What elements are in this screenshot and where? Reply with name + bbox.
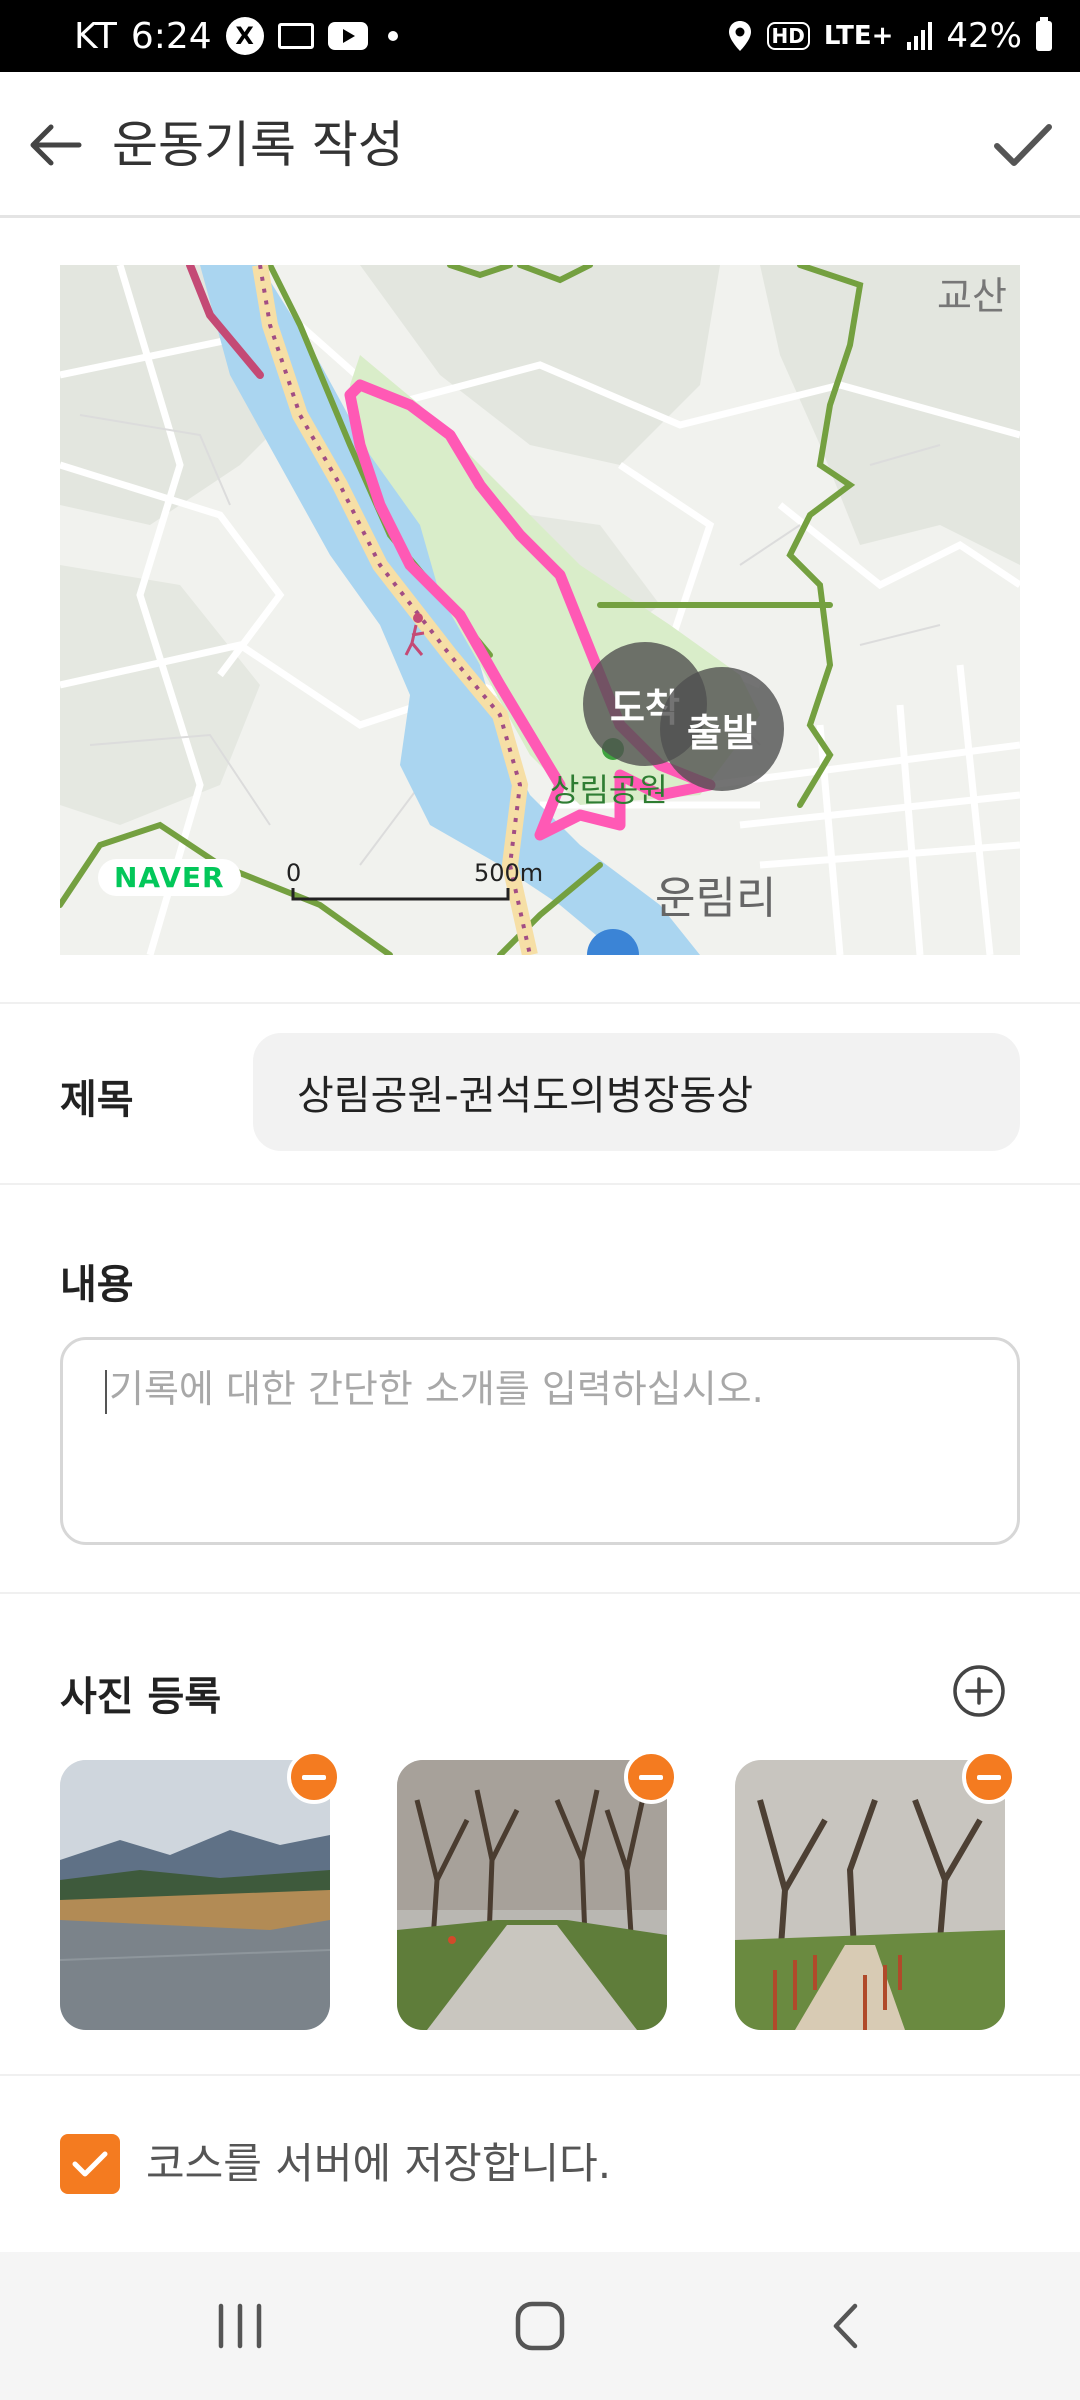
park-label: 상림공원 (550, 771, 668, 809)
map-canvas (60, 265, 1020, 955)
system-back-button[interactable] (805, 2286, 885, 2366)
divider (0, 1592, 1080, 1594)
page-title: 운동기록 작성 (112, 116, 404, 174)
carrier-name: KT (74, 15, 117, 57)
checkmark-icon (72, 2151, 108, 2177)
photos-label: 사진 등록 (60, 1674, 222, 1720)
back-icon (833, 2303, 858, 2349)
content-label: 내용 (60, 1262, 134, 1308)
home-button[interactable] (500, 2286, 580, 2366)
route-map[interactable]: 도착 출발 상림공원 운림리 교산 NAVER 0 500m (60, 265, 1020, 955)
scale-start-label: 0 (286, 859, 302, 887)
battery-icon (1036, 17, 1052, 51)
naver-logo: NAVER (98, 859, 241, 896)
recent-apps-icon (218, 2303, 262, 2349)
confirm-button[interactable] (988, 110, 1058, 180)
save-course-checkbox[interactable] (60, 2134, 120, 2194)
home-icon (515, 2301, 565, 2351)
recent-apps-button[interactable] (200, 2286, 280, 2366)
hd-voice-icon: HD (766, 22, 810, 50)
signal-icon (907, 22, 933, 50)
remove-photo-button[interactable] (287, 1750, 341, 1804)
content-placeholder: 기록에 대한 간단한 소개를 입력하십시오. (109, 1367, 764, 1411)
back-button[interactable] (22, 112, 88, 178)
system-nav-bar (0, 2252, 1080, 2400)
title-input[interactable]: 상림공원-권석도의병장동상 (253, 1033, 1020, 1151)
mail-icon (277, 23, 314, 49)
corner-label: 교산 (937, 274, 1007, 318)
status-bar: KT 6:24 X HD LTE+ 42% (0, 0, 1080, 72)
text-caret (105, 1369, 107, 1414)
remove-photo-button[interactable] (624, 1750, 678, 1804)
minus-icon (302, 1774, 326, 1780)
app-notification-icon: X (225, 17, 264, 55)
divider (0, 2074, 1080, 2076)
arrow-left-icon (30, 124, 82, 166)
add-photo-button[interactable] (952, 1664, 1006, 1718)
location-icon (728, 21, 751, 51)
forest-path-photo-1[interactable] (397, 1760, 667, 2030)
scale-end-label: 500m (474, 859, 544, 887)
plus-circle-icon (953, 1665, 1005, 1717)
divider (0, 1183, 1080, 1185)
content-textarea[interactable]: 기록에 대한 간단한 소개를 입력하십시오. (60, 1337, 1020, 1545)
clock: 6:24 (130, 15, 212, 57)
more-notifications-icon (387, 31, 398, 41)
minus-icon (639, 1774, 663, 1780)
divider (0, 1002, 1080, 1004)
title-label: 제목 (60, 1077, 134, 1123)
save-course-label[interactable]: 코스를 서버에 저장합니다. (146, 2134, 611, 2194)
forest-path-photo-2[interactable] (735, 1760, 1005, 2030)
network-type: LTE+ (823, 21, 894, 51)
remove-photo-button[interactable] (962, 1750, 1016, 1804)
village-label: 운림리 (655, 873, 777, 924)
river-photo[interactable] (60, 1760, 330, 2030)
start-marker[interactable]: 출발 (660, 667, 784, 791)
battery-level: 42% (946, 16, 1022, 56)
youtube-icon (327, 22, 368, 50)
app-bar: 운동기록 작성 (0, 72, 1080, 218)
minus-icon (977, 1774, 1001, 1780)
check-icon (994, 124, 1052, 166)
